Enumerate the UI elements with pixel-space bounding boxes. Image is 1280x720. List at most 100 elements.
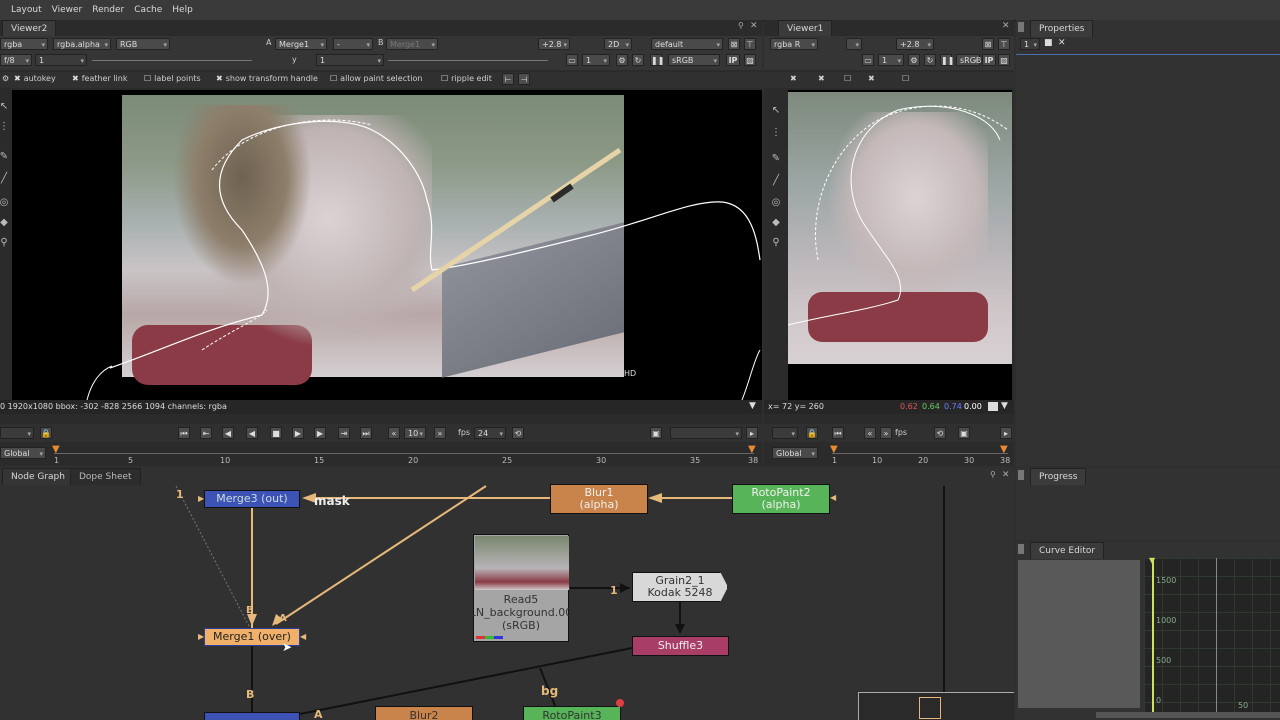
menu-cache[interactable]: Cache xyxy=(129,0,167,20)
play-back-icon[interactable]: ◀ xyxy=(246,427,258,439)
viewer1-clip-icon[interactable]: ▨ xyxy=(998,54,1010,66)
stop-icon[interactable]: ■ xyxy=(270,427,282,439)
viewer1-scope-dropdown[interactable]: Global xyxy=(772,447,818,460)
viewer2-y-slider[interactable] xyxy=(388,60,548,61)
playhead-end-marker[interactable]: ▼ xyxy=(748,444,756,455)
viewer1-check-icon[interactable]: ✖ xyxy=(818,74,825,83)
last-frame-icon[interactable]: ⏭ xyxy=(360,427,372,439)
viewer1-roto-overlay[interactable] xyxy=(788,90,1012,400)
play-icon[interactable]: ▶ xyxy=(292,427,304,439)
tab-properties[interactable]: Properties xyxy=(1030,20,1094,37)
option-label-points[interactable]: ☐ label points xyxy=(144,74,201,83)
frame-step-field[interactable]: 10 xyxy=(404,427,426,440)
menu-viewer[interactable]: Viewer xyxy=(47,0,88,20)
viewer1-refresh-icon[interactable]: ⚙ xyxy=(908,54,920,66)
tab-curve-editor[interactable]: Curve Editor xyxy=(1030,542,1105,559)
option-feather-link[interactable]: ✖ feather link xyxy=(72,74,127,83)
point-tool-icon[interactable]: ⋮ xyxy=(0,120,11,134)
tab-viewer1[interactable]: Viewer1 xyxy=(778,20,833,37)
clone-tool-icon[interactable]: ◎ xyxy=(0,196,11,210)
menu-help[interactable]: Help xyxy=(167,0,198,20)
option-autokey[interactable]: ✖ autokey xyxy=(14,74,56,83)
viewer2-pause-icon[interactable]: ❚❚ xyxy=(650,54,664,66)
viewer2-pick-icon[interactable]: ⊤ xyxy=(744,38,756,50)
viewer1-check-icon[interactable]: ✖ xyxy=(790,74,797,83)
viewer2-view-dropdown[interactable]: 2D xyxy=(604,38,632,51)
transport-frame-field[interactable] xyxy=(0,427,34,440)
viewer1-bezier-tool-icon[interactable]: ✎ xyxy=(769,152,783,166)
viewer2-wipe-icon[interactable]: ⊠ xyxy=(728,38,740,50)
option-show-transform-handle[interactable]: ✖ show transform handle xyxy=(216,74,318,83)
viewer1-lut-dropdown[interactable]: sRGB xyxy=(956,54,981,67)
viewer2-channels-dropdown[interactable]: rgba xyxy=(0,38,48,51)
viewer1-point-tool-icon[interactable]: ⋮ xyxy=(769,126,783,140)
node-rotopaint3[interactable]: RotoPaint3 xyxy=(523,706,621,720)
nodegraph-navigator[interactable] xyxy=(858,692,1014,720)
viewer1-uncheck-icon[interactable]: ☐ xyxy=(902,74,909,83)
viewer2-roi-icon[interactable]: ▭ xyxy=(566,54,578,66)
timeline-scope-dropdown[interactable]: Global xyxy=(0,447,46,460)
viewer1-status-menu-icon[interactable]: ▼ xyxy=(1001,401,1008,411)
fps-field[interactable]: 24 xyxy=(474,427,506,440)
curve-editor-graph[interactable]: ▼ 1500 1000 500 0 50 xyxy=(1144,556,1280,712)
viewer2-close-icon[interactable]: ✕ xyxy=(750,21,758,31)
viewer2-op-dropdown[interactable]: - xyxy=(333,38,373,51)
viewer2-rgb-dropdown[interactable]: RGB xyxy=(116,38,170,51)
viewer1-lock-icon[interactable]: 🔒 xyxy=(806,427,818,439)
step-forward-icon[interactable]: ▶ xyxy=(314,427,326,439)
roto-shape-overlay[interactable] xyxy=(12,90,762,400)
properties-max-panels[interactable]: 1 xyxy=(1020,38,1040,51)
ripple-range-icon[interactable]: ⊣ xyxy=(518,73,530,85)
viewer2-float-icon[interactable]: ⚲ xyxy=(738,21,744,30)
viewer2-update-icon[interactable]: ↻ xyxy=(632,54,644,66)
tab-viewer2[interactable]: Viewer2 xyxy=(2,20,57,37)
viewer1-roto-spline[interactable] xyxy=(788,105,1001,326)
nodegraph-panel[interactable]: Node Graph Dope Sheet ⚲ ✕ Merge3 (out) ▶… xyxy=(0,468,1014,720)
menu-render[interactable]: Render xyxy=(87,0,129,20)
loop-icon[interactable]: ⟲ xyxy=(512,427,524,439)
curve-playhead[interactable] xyxy=(1152,558,1154,712)
viewer2-clip-icon[interactable]: ▨ xyxy=(744,54,756,66)
status-menu-icon[interactable]: ▼ xyxy=(749,401,756,411)
viewer1-dodge-tool-icon[interactable]: ⚲ xyxy=(769,236,783,250)
skip-forward-icon[interactable]: » xyxy=(434,427,446,439)
viewer1-uncheck-icon[interactable]: ☐ xyxy=(844,74,851,83)
properties-clear-icon[interactable]: ✕ xyxy=(1058,38,1066,48)
curve-editor-scrollbar[interactable] xyxy=(1096,712,1280,718)
viewer1-pick-icon[interactable]: ⊤ xyxy=(998,38,1010,50)
viewer1-channels-dropdown[interactable]: rgba R xyxy=(770,38,818,51)
viewer1-clone-tool-icon[interactable]: ◎ xyxy=(769,196,783,210)
node-blur1[interactable]: Blur1 (alpha) xyxy=(550,484,648,514)
viewer2-frame-dropdown[interactable]: 1 xyxy=(582,54,610,67)
skip-back-icon[interactable]: « xyxy=(388,427,400,439)
viewer1-pause-icon[interactable]: ❚❚ xyxy=(940,54,954,66)
viewer1-roi-icon[interactable]: ▭ xyxy=(862,54,874,66)
option-allow-paint-selection[interactable]: ☐ allow paint selection xyxy=(330,74,422,83)
playhead-start-marker[interactable]: ▼ xyxy=(52,444,60,455)
curve-editor-tree[interactable] xyxy=(1018,560,1140,708)
viewer1-frame-dropdown[interactable]: 1 xyxy=(878,54,904,67)
viewer1-wipe-icon[interactable]: ⊠ xyxy=(982,38,994,50)
viewer2-gain-dropdown[interactable]: +2.8 xyxy=(538,38,570,51)
viewer2-refresh-icon[interactable]: ⚙ xyxy=(616,54,628,66)
viewer1-gain-dropdown[interactable]: +2.8 xyxy=(896,38,934,51)
viewer1-update-icon[interactable]: ↻ xyxy=(924,54,936,66)
option-ripple-edit[interactable]: ☐ ripple edit xyxy=(441,74,492,83)
viewer1-playhead-marker[interactable]: ▼ xyxy=(830,444,838,455)
viewer2-b-input[interactable]: Merge1 xyxy=(386,38,438,51)
viewer1-brush-tool-icon[interactable]: ╱ xyxy=(769,174,783,188)
viewer1-end-icon[interactable]: ▸ xyxy=(1000,427,1012,439)
node-rotopaint2[interactable]: RotoPaint2 (alpha) xyxy=(732,484,830,514)
step-back-icon[interactable]: ◀ xyxy=(222,427,234,439)
viewer2-lut-default[interactable]: default xyxy=(651,38,723,51)
node-merge-bottom[interactable] xyxy=(204,712,300,720)
viewer1-blur-tool-icon[interactable]: ◆ xyxy=(769,216,783,230)
brush-tool-icon[interactable]: ╱ xyxy=(0,172,11,186)
viewer1-skip-forward-icon[interactable]: » xyxy=(880,427,892,439)
viewer1-select-tool-icon[interactable]: ↖ xyxy=(769,104,783,118)
prev-key-icon[interactable]: ⇤ xyxy=(200,427,212,439)
tab-progress[interactable]: Progress xyxy=(1030,468,1087,485)
node-shuffle3[interactable]: Shuffle3 xyxy=(632,636,729,656)
viewer1-b-dropdown[interactable] xyxy=(846,38,862,51)
viewer2-lut-dropdown[interactable]: sRGB xyxy=(668,54,720,67)
